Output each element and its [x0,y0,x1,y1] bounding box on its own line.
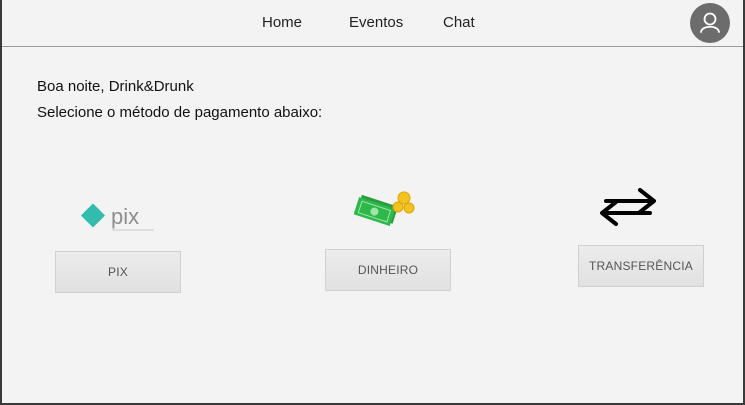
payment-instruction-text: Selecione o método de pagamento abaixo: [37,104,323,121]
user-icon [700,12,720,33]
nav-link-home[interactable]: Home [262,14,302,31]
greeting-text: Boa noite, Drink&Drunk [37,78,194,95]
money-icon [353,188,418,228]
transferencia-button[interactable]: TRANSFERÊNCIA [578,245,704,287]
pix-logo-icon: pix [80,203,158,235]
top-navbar: Home Eventos Chat [2,0,743,47]
pix-logo-text: pix [111,204,139,229]
user-avatar-button[interactable] [690,3,730,43]
pix-button[interactable]: PIX [55,251,181,293]
app-window: Home Eventos Chat Boa noite, Drink&Drunk… [0,0,745,405]
nav-link-chat[interactable]: Chat [443,14,475,31]
nav-link-eventos[interactable]: Eventos [349,14,403,31]
dinheiro-button[interactable]: DINHEIRO [325,249,451,291]
transfer-arrows-icon [598,184,658,230]
